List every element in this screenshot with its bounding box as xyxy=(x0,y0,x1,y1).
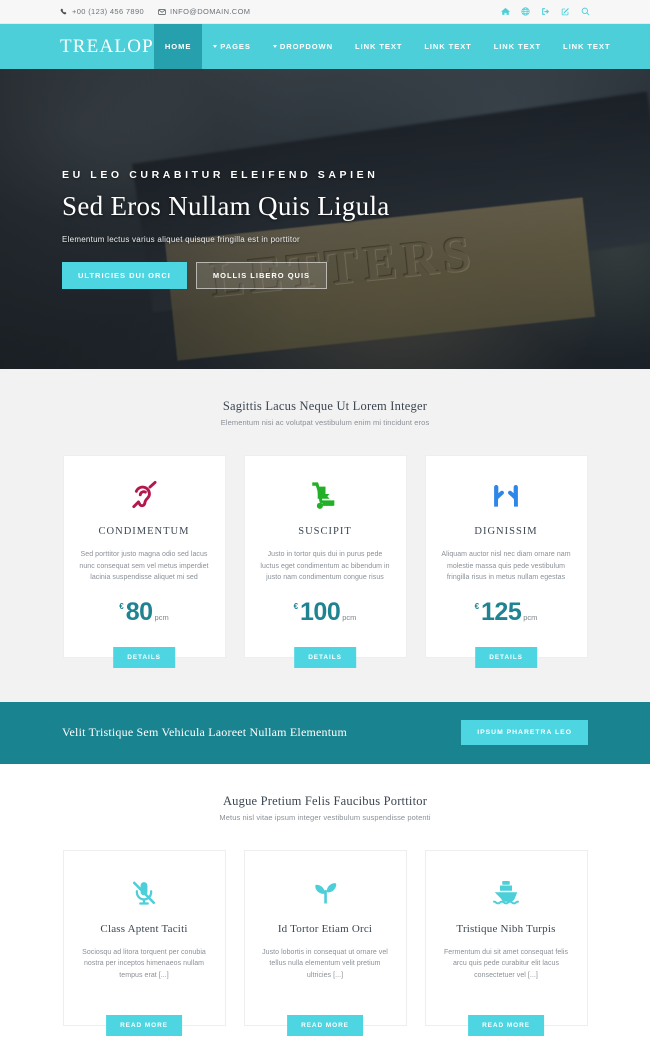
features-section-header: Augue Pretium Felis Faucibus Porttitor M… xyxy=(0,794,650,822)
top-bar-contact-group: +00 (123) 456 7890 INFO@DOMAIN.COM xyxy=(60,7,250,16)
nav-item-dropdown[interactable]: DROPDOWN xyxy=(262,24,344,69)
hero-button-group: ULTRICIES DUI ORCI MOLLIS LIBERO QUIS xyxy=(62,262,650,289)
pricing-card-text: Sed porttitor justo magna odio sed lacus… xyxy=(79,551,209,582)
globe-icon[interactable] xyxy=(521,7,530,16)
phone-icon xyxy=(60,8,68,16)
feature-card-text: Fermentum dui sit amet consequat felis a… xyxy=(443,948,569,979)
hero-primary-button[interactable]: ULTRICIES DUI ORCI xyxy=(62,262,187,289)
search-icon[interactable] xyxy=(581,7,590,16)
pricing-card-price: € 100 pcm xyxy=(260,598,391,627)
pricing-section-title: Sagittis Lacus Neque Ut Lorem Integer xyxy=(222,399,428,413)
nav-item-label: LINK TEXT xyxy=(563,42,611,51)
deaf-ear-icon xyxy=(79,476,210,516)
feature-card-title: Id Tortor Etiam Orci xyxy=(277,922,373,935)
hero-subtitle: Elementum lectus varius aliquet quisque … xyxy=(62,235,300,244)
ship-icon xyxy=(441,873,572,913)
pricing-card-text: Justo in tortor quis dui in purus pede l… xyxy=(260,551,390,582)
pricing-card-price: € 125 pcm xyxy=(441,598,572,627)
top-bar: +00 (123) 456 7890 INFO@DOMAIN.COM xyxy=(0,0,650,24)
site-header: TREALOP HOME PAGES DROPDOWN LINK TEXT LI… xyxy=(0,24,650,69)
feature-card-list: Class Aptent Taciti Sociosqu ad litora t… xyxy=(0,849,650,1037)
hero-secondary-button[interactable]: MOLLIS LIBERO QUIS xyxy=(195,262,328,289)
price-value: 80 xyxy=(125,597,153,626)
chevron-down-icon xyxy=(272,45,277,48)
pricing-card-text: Aliquam auctor nisl nec diam ornare nam … xyxy=(441,551,571,582)
hero-kicker: EU LEO CURABITUR ELEIFEND SAPIEN xyxy=(62,169,379,181)
pricing-card-title: CONDIMENTUM xyxy=(98,526,190,537)
pricing-section-header: Sagittis Lacus Neque Ut Lorem Integer El… xyxy=(0,399,650,427)
pricing-details-button[interactable]: DETAILS xyxy=(475,646,537,668)
email-contact[interactable]: INFO@DOMAIN.COM xyxy=(158,7,250,16)
nav-item-label: DROPDOWN xyxy=(279,42,334,51)
chevron-down-icon xyxy=(213,45,218,48)
nav-item-label: HOME xyxy=(164,42,192,51)
feature-card-text: Justo lobortis in consequat ut ornare ve… xyxy=(262,948,388,979)
pricing-details-button[interactable]: DETAILS xyxy=(294,646,356,668)
feature-card-title: Tristique Nibh Turpis xyxy=(456,922,556,935)
feature-read-more-button[interactable]: READ MORE xyxy=(106,1015,182,1037)
feature-read-more-button[interactable]: READ MORE xyxy=(468,1015,544,1037)
pricing-section-subtitle: Elementum nisi ac volutpat vestibulum en… xyxy=(220,418,430,427)
pricing-card: SUSCIPIT Justo in tortor quis dui in pur… xyxy=(243,455,407,668)
price-period: pcm xyxy=(523,612,538,622)
pricing-card-list: CONDIMENTUM Sed porttitor justo magna od… xyxy=(0,455,650,668)
price-period: pcm xyxy=(342,612,357,622)
main-navigation: HOME PAGES DROPDOWN LINK TEXT LINK TEXT … xyxy=(153,24,650,69)
top-bar-icon-group xyxy=(501,7,590,16)
feature-card-title: Class Aptent Taciti xyxy=(100,922,188,935)
feature-read-more-button[interactable]: READ MORE xyxy=(287,1015,363,1037)
dolly-icon xyxy=(260,476,391,516)
feature-card: Class Aptent Taciti Sociosqu ad litora t… xyxy=(62,849,226,1037)
features-section-title: Augue Pretium Felis Faucibus Porttitor xyxy=(222,793,428,808)
pricing-card-title: DIGNISSIM xyxy=(474,526,538,537)
features-section-subtitle: Metus nisl vitae ipsum integer vestibulu… xyxy=(219,812,431,822)
feature-card: Id Tortor Etiam Orci Justo lobortis in c… xyxy=(243,849,407,1037)
nav-item-link-4[interactable]: LINK TEXT xyxy=(552,24,621,69)
price-currency: € xyxy=(119,601,124,611)
nav-item-label: PAGES xyxy=(220,42,251,51)
microphone-slash-icon xyxy=(79,873,210,913)
price-value: 125 xyxy=(481,597,522,626)
features-section: Augue Pretium Felis Faucibus Porttitor M… xyxy=(0,763,650,1059)
email-address: INFO@DOMAIN.COM xyxy=(169,7,251,16)
price-period: pcm xyxy=(154,612,169,622)
nav-item-link-1[interactable]: LINK TEXT xyxy=(344,24,413,69)
nav-item-pages[interactable]: PAGES xyxy=(202,24,262,69)
feature-card: Tristique Nibh Turpis Fermentum dui sit … xyxy=(424,849,588,1037)
pricing-card: CONDIMENTUM Sed porttitor justo magna od… xyxy=(62,455,226,668)
phone-number: +00 (123) 456 7890 xyxy=(72,7,144,16)
open-hands-icon xyxy=(441,476,572,516)
site-logo[interactable]: TREALOP xyxy=(0,24,154,69)
pricing-card-price: € 80 pcm xyxy=(79,598,210,627)
hero-banner: LETTERS EU LEO CURABITUR ELEIFEND SAPIEN… xyxy=(0,69,650,369)
nav-item-link-2[interactable]: LINK TEXT xyxy=(413,24,482,69)
hero-content: EU LEO CURABITUR ELEIFEND SAPIEN Sed Ero… xyxy=(0,69,650,289)
envelope-icon xyxy=(158,8,166,16)
nav-item-link-3[interactable]: LINK TEXT xyxy=(483,24,552,69)
sign-in-icon[interactable] xyxy=(541,7,550,16)
edit-icon[interactable] xyxy=(561,7,570,16)
nav-item-label: LINK TEXT xyxy=(493,42,542,51)
price-currency: € xyxy=(474,601,480,611)
cta-text: Velit Tristique Sem Vehicula Laoreet Nul… xyxy=(62,725,348,740)
pricing-details-button[interactable]: DETAILS xyxy=(113,646,175,668)
cta-banner: Velit Tristique Sem Vehicula Laoreet Nul… xyxy=(0,701,650,764)
nav-item-label: LINK TEXT xyxy=(424,42,472,51)
hero-title: Sed Eros Nullam Quis Ligula xyxy=(62,191,390,221)
phone-contact[interactable]: +00 (123) 456 7890 xyxy=(60,7,144,16)
seedling-icon xyxy=(260,873,391,913)
nav-item-label: LINK TEXT xyxy=(355,42,403,51)
price-currency: € xyxy=(293,601,299,611)
pricing-section: Sagittis Lacus Neque Ut Lorem Integer El… xyxy=(0,369,650,764)
nav-item-home[interactable]: HOME xyxy=(153,24,203,69)
home-icon[interactable] xyxy=(501,7,510,16)
cta-button[interactable]: IPSUM PHARETRA LEO xyxy=(461,720,588,746)
page-root: +00 (123) 456 7890 INFO@DOMAIN.COM TREAL… xyxy=(0,0,650,1059)
feature-card-text: Sociosqu ad litora torquent per conubia … xyxy=(82,948,206,979)
price-value: 100 xyxy=(300,597,341,626)
pricing-card-title: SUSCIPIT xyxy=(298,526,352,537)
pricing-card: DIGNISSIM Aliquam auctor nisl nec diam o… xyxy=(424,455,588,668)
